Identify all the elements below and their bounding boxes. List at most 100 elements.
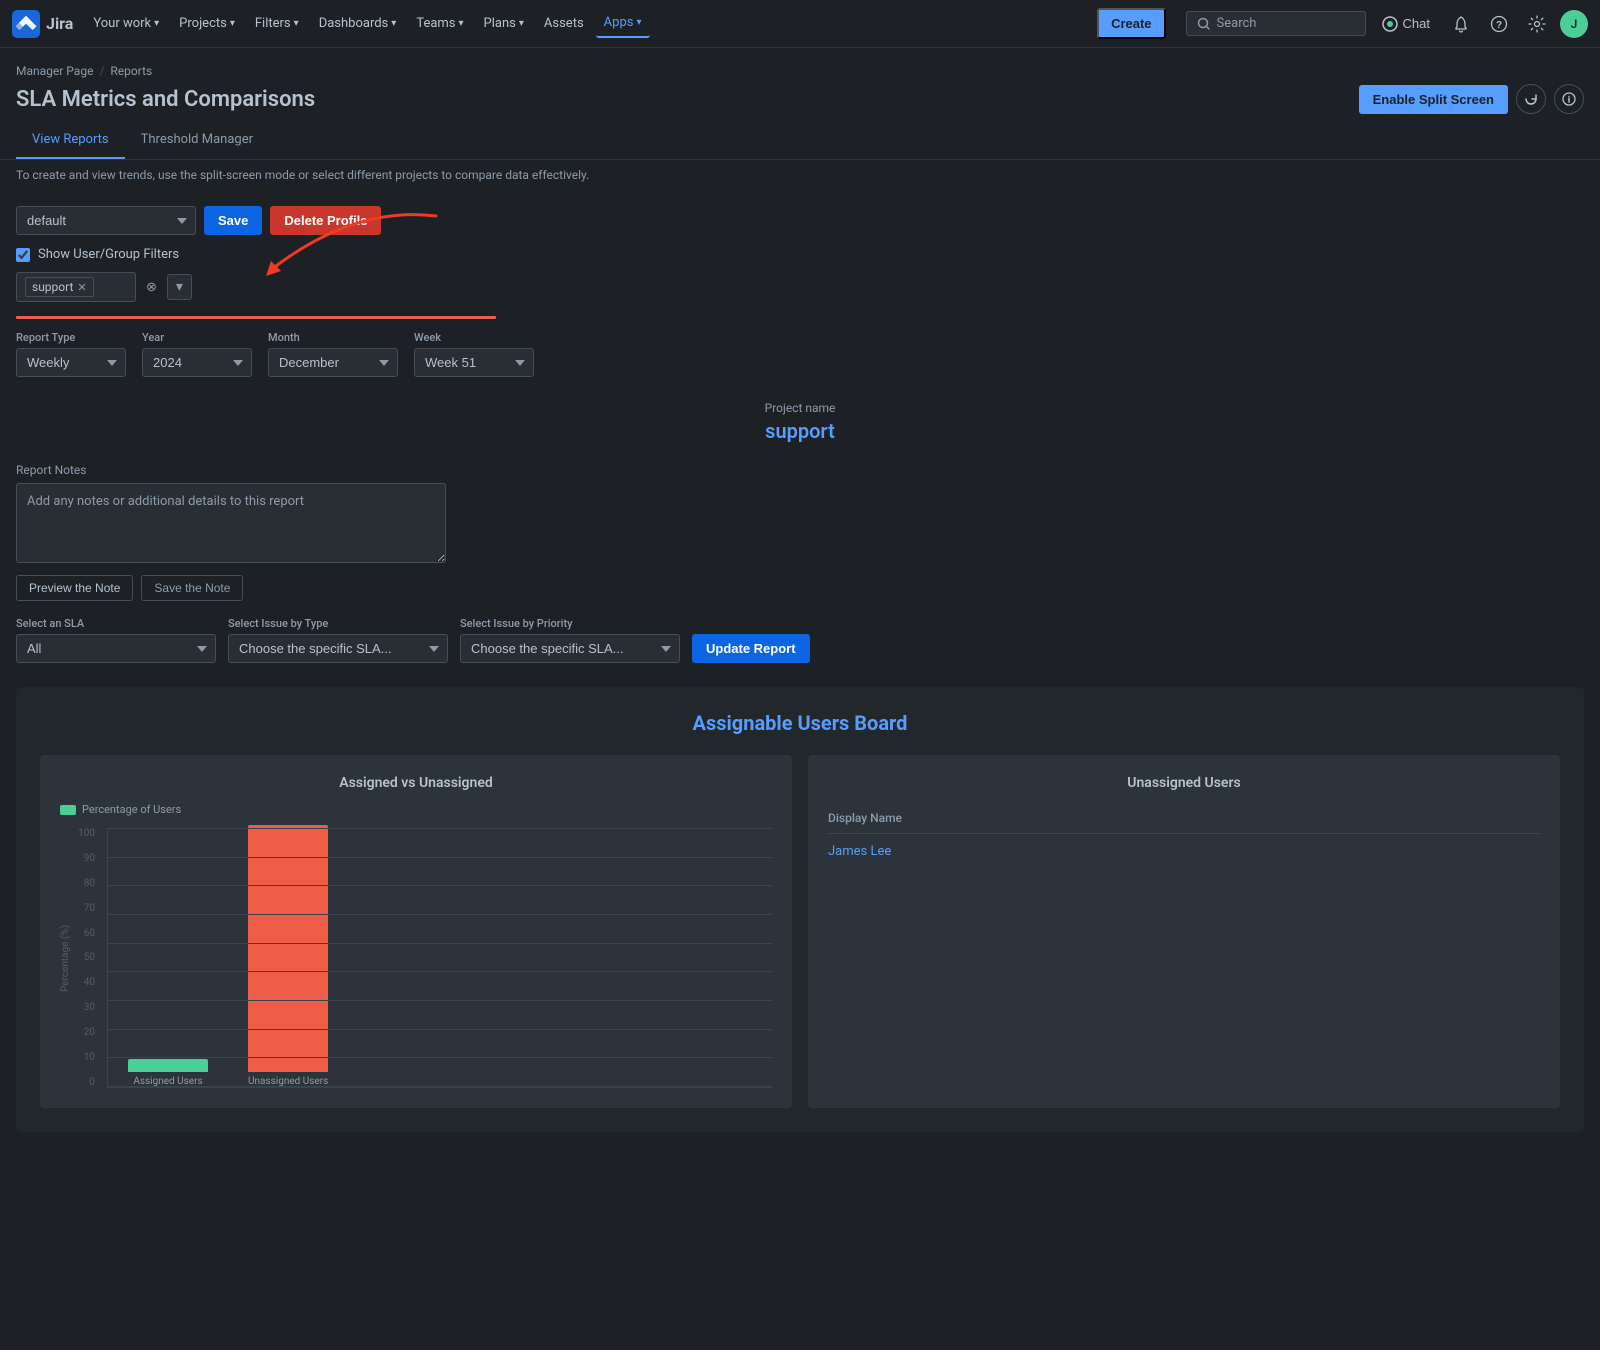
month-select[interactable]: December November October [268, 348, 398, 377]
assignable-users-board: Assignable Users Board Assigned vs Unass… [16, 687, 1584, 1132]
table-title: Unassigned Users [828, 775, 1540, 791]
project-name-section: Project name support [16, 401, 1584, 443]
bars-area: Assigned Users Unassigned Users [107, 828, 772, 1088]
chevron-down-icon: ▾ [230, 18, 235, 29]
issue-type-select[interactable]: Choose the specific SLA... [228, 634, 448, 663]
board-panels: Assigned vs Unassigned Percentage of Use… [40, 755, 1560, 1108]
support-tag: support ✕ [25, 277, 94, 297]
unassigned-users-table: Display Name James Lee [828, 803, 1540, 870]
refresh-icon [1524, 92, 1538, 106]
tag-dropdown-button[interactable]: ▾ [167, 274, 192, 300]
bar-unassigned-block [248, 825, 328, 1072]
year-label: Year [142, 331, 252, 344]
chart-legend: Percentage of Users [60, 803, 772, 816]
page-title: SLA Metrics and Comparisons [16, 87, 315, 112]
nav-assets[interactable]: Assets [536, 10, 592, 37]
chevron-down-icon: ▾ [519, 18, 524, 29]
week-group: Week Week 51 Week 50 Week 49 [414, 331, 534, 377]
issue-priority-select[interactable]: Choose the specific SLA... [460, 634, 680, 663]
sla-select-label: Select an SLA [16, 617, 216, 630]
nav-apps[interactable]: Apps ▾ [596, 9, 650, 38]
nav-teams[interactable]: Teams ▾ [408, 10, 471, 37]
chat-button[interactable]: Chat [1374, 10, 1438, 38]
report-notes-label: Report Notes [16, 463, 1584, 477]
sla-select[interactable]: All [16, 634, 216, 663]
user-james-lee[interactable]: James Lee [828, 844, 891, 859]
update-report-button[interactable]: Update Report [692, 634, 810, 663]
month-label: Month [268, 331, 398, 344]
report-notes-section: Report Notes Preview the Note Save the N… [16, 463, 1584, 601]
week-label: Week [414, 331, 534, 344]
bell-icon [1452, 15, 1470, 33]
show-filters-checkbox[interactable] [16, 248, 30, 262]
tab-threshold-manager[interactable]: Threshold Manager [125, 122, 269, 159]
chevron-down-icon: ▾ [391, 18, 396, 29]
help-button[interactable]: ? [1484, 9, 1514, 39]
nav-dashboards[interactable]: Dashboards ▾ [311, 10, 405, 37]
legend-swatch [60, 805, 76, 815]
tag-clear-button[interactable]: ⊗ [142, 277, 161, 297]
week-select[interactable]: Week 51 Week 50 Week 49 [414, 348, 534, 377]
issue-type-group: Select Issue by Type Choose the specific… [228, 617, 448, 663]
chart-panel: Assigned vs Unassigned Percentage of Use… [40, 755, 792, 1108]
bar-unassigned-label: Unassigned Users [248, 1076, 328, 1087]
show-filters-label[interactable]: Show User/Group Filters [38, 247, 179, 262]
info-button[interactable] [1554, 84, 1584, 114]
help-icon: ? [1490, 15, 1508, 33]
bar-assigned-label: Assigned Users [133, 1076, 202, 1087]
nav-projects[interactable]: Projects ▾ [171, 10, 243, 37]
tag-input[interactable]: support ✕ [16, 272, 136, 302]
search-box[interactable]: Search [1186, 11, 1366, 36]
month-group: Month December November October [268, 331, 398, 377]
chevron-down-icon: ▾ [459, 18, 464, 29]
notes-textarea[interactable] [16, 483, 446, 563]
create-button[interactable]: Create [1097, 8, 1165, 39]
report-type-row: Report Type Weekly Monthly Yearly Year 2… [16, 331, 1584, 377]
chevron-down-icon: ▾ [294, 18, 299, 29]
save-note-button[interactable]: Save the Note [141, 575, 243, 601]
breadcrumb-manager-page[interactable]: Manager Page [16, 64, 93, 78]
refresh-button[interactable] [1516, 84, 1546, 114]
project-name-value: support [16, 419, 1584, 443]
red-underline [16, 316, 496, 319]
issue-priority-label: Select Issue by Priority [460, 617, 680, 630]
table-row: James Lee [828, 834, 1540, 870]
avatar[interactable]: J [1560, 10, 1588, 38]
report-type-select[interactable]: Weekly Monthly Yearly [16, 348, 126, 377]
sla-row: Select an SLA All Select Issue by Type C… [16, 617, 1584, 663]
profile-select[interactable]: default [16, 206, 196, 235]
profile-row: default Save Delete Profile [16, 206, 1584, 235]
tab-view-reports[interactable]: View Reports [16, 122, 125, 159]
page-header: Manager Page / Reports SLA Metrics and C… [0, 48, 1600, 122]
col-display-name: Display Name [828, 803, 1540, 834]
search-icon [1197, 17, 1211, 31]
profile-section: default Save Delete Profile [16, 206, 1584, 235]
nav-your-work[interactable]: Your work ▾ [85, 10, 167, 37]
preview-note-button[interactable]: Preview the Note [16, 575, 133, 601]
nav-plans[interactable]: Plans ▾ [476, 10, 532, 37]
nav-filters[interactable]: Filters ▾ [247, 10, 307, 37]
save-button[interactable]: Save [204, 206, 262, 235]
chart-title: Assigned vs Unassigned [60, 775, 772, 791]
tabs-row: View Reports Threshold Manager [0, 122, 1600, 160]
chevron-down-icon: ▾ [154, 18, 159, 29]
issue-priority-group: Select Issue by Priority Choose the spec… [460, 617, 680, 663]
breadcrumb-reports: Reports [110, 64, 152, 78]
top-navigation: Jira Your work ▾ Projects ▾ Filters ▾ Da… [0, 0, 1600, 48]
issue-type-label: Select Issue by Type [228, 617, 448, 630]
bar-assigned: Assigned Users [128, 1059, 208, 1087]
sla-select-group: Select an SLA All [16, 617, 216, 663]
y-axis: 0 10 20 30 40 50 60 70 80 90 100 [75, 828, 103, 1088]
info-icon [1562, 92, 1576, 106]
jira-logo[interactable]: Jira [12, 10, 73, 38]
bar-unassigned: Unassigned Users [248, 825, 328, 1087]
filter-checkbox-row: Show User/Group Filters [16, 247, 1584, 262]
year-select[interactable]: 2024 2023 2022 [142, 348, 252, 377]
breadcrumb: Manager Page / Reports [16, 64, 1584, 78]
tag-remove-button[interactable]: ✕ [77, 281, 86, 294]
settings-button[interactable] [1522, 9, 1552, 39]
split-screen-button[interactable]: Enable Split Screen [1359, 85, 1508, 114]
report-type-label: Report Type [16, 331, 126, 344]
delete-profile-button[interactable]: Delete Profile [270, 206, 381, 235]
notifications-button[interactable] [1446, 9, 1476, 39]
